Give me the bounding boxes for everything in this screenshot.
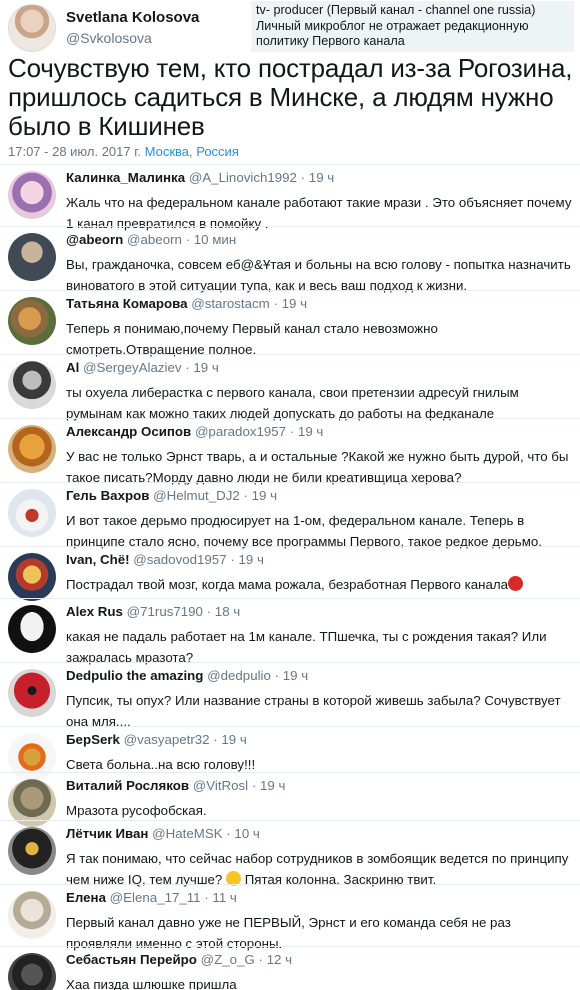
reply-item[interactable]: Виталий Росляков @VitRosl · 19 ч Мразота… (0, 772, 580, 827)
reply-text-content: Пострадал твой мозг, когда мама рожала, … (66, 577, 509, 592)
reply-item[interactable]: @abeorn @abeorn · 10 мин Вы, гражданочка… (0, 226, 580, 293)
separator-dot: · (258, 952, 263, 967)
reply-time[interactable]: 10 мин (194, 232, 236, 247)
avatar[interactable] (8, 233, 56, 281)
reply-author-name[interactable]: Alex Rus (66, 604, 123, 619)
reply-text: Пострадал твой мозг, когда мама рожала, … (66, 574, 576, 595)
separator-dot: · (230, 552, 235, 567)
reply-author-handle[interactable]: @Helmut_DJ2 (153, 488, 240, 503)
reply-author-name[interactable]: Лётчик Иван (66, 826, 148, 841)
reply-item[interactable]: Себастьян Перейро @Z_o_G · 12 ч Хаа пизд… (0, 946, 580, 990)
reply-author-handle[interactable]: @SergeyAlaziev (83, 360, 182, 375)
reply-text: Хаа пизда шлюшке пришла (66, 977, 237, 990)
reply-item[interactable]: Alex Rus @71rus7190 · 18 ч какая не пада… (0, 598, 580, 665)
separator-dot: · (206, 604, 212, 619)
separator-dot: · (274, 668, 280, 683)
separator-dot: · (243, 488, 248, 503)
tweet-header: Svetlana Kolosova @Svkolosova tv- produc… (0, 0, 580, 56)
reply-item[interactable]: Елена @Elena_17_11 · 11 ч Первый канал д… (0, 884, 580, 951)
reply-author-handle[interactable]: @Elena_17_11 (110, 890, 201, 905)
separator-dot: · (289, 424, 295, 439)
avatar[interactable] (8, 891, 56, 939)
reply-time[interactable]: 19 ч (193, 360, 218, 375)
avatar[interactable] (8, 669, 56, 717)
author-handle[interactable]: @Svkolosova (66, 30, 152, 46)
avatar[interactable] (8, 171, 56, 219)
avatar[interactable] (8, 425, 56, 473)
separator-dot: · (273, 296, 278, 311)
reply-item[interactable]: Татьяна Комарова @starostacm · 19 ч Тепе… (0, 290, 580, 357)
reply-author-handle[interactable]: @dedpulio (207, 668, 271, 683)
reply-author-name[interactable]: Себастьян Перейро (66, 952, 197, 967)
reply-time[interactable]: 19 ч (283, 668, 308, 683)
avatar[interactable] (8, 553, 56, 601)
reply-time[interactable]: 19 ч (252, 488, 277, 503)
reply-author-handle[interactable]: @A_Linovich1992 (189, 170, 297, 185)
reply-author-handle[interactable]: @VitRosl (193, 778, 248, 793)
reply-time[interactable]: 19 ч (238, 552, 263, 567)
reply-author-handle[interactable]: @HateMSK (152, 826, 222, 841)
author-name[interactable]: Svetlana Kolosova (66, 9, 199, 26)
reply-author-handle[interactable]: @paradox1957 (195, 424, 286, 439)
reply-author-name[interactable]: Калинка_Малинка (66, 170, 185, 185)
avatar[interactable] (8, 489, 56, 537)
reply-item[interactable]: Ivan, Chë! @sadovod1957 · 19 ч Пострадал… (0, 546, 580, 601)
separator-dot: · (226, 826, 231, 841)
reply-author-name[interactable]: Виталий Росляков (66, 778, 189, 793)
reply-time[interactable]: 11 ч (212, 890, 236, 905)
avatar[interactable] (8, 827, 56, 875)
reply-author-name[interactable]: Ivan, Chë! (66, 552, 130, 567)
reply-author-handle[interactable]: @starostacm (191, 296, 270, 311)
reply-author-name[interactable]: Al (66, 360, 79, 375)
separator-dot: · (213, 732, 218, 747)
separator-dot: · (185, 232, 191, 247)
reply-author-name[interactable]: БерSerk (66, 732, 120, 747)
reply-time[interactable]: 12 ч (267, 952, 292, 967)
reply-author-name[interactable]: Гель Вахров (66, 488, 149, 503)
reply-time[interactable]: 19 ч (298, 424, 323, 439)
separator-dot: · (204, 890, 209, 905)
reply-time[interactable]: 19 ч (260, 778, 285, 793)
author-avatar[interactable] (8, 4, 56, 52)
reply-author-name[interactable]: @abeorn (66, 232, 123, 247)
reply-author-handle[interactable]: @vasyapetr32 (124, 732, 210, 747)
reply-time[interactable]: 19 ч (221, 732, 246, 747)
avatar[interactable] (8, 605, 56, 653)
separator-dot: · (300, 170, 306, 185)
reply-item[interactable]: Гель Вахров @Helmut_DJ2 · 19 ч И вот так… (0, 482, 580, 549)
reply-item[interactable]: Александр Осипов @paradox1957 · 19 ч У в… (0, 418, 580, 485)
reply-time[interactable]: 19 ч (282, 296, 307, 311)
avatar[interactable] (8, 297, 56, 345)
reply-author-handle[interactable]: @Z_o_G (201, 952, 255, 967)
reply-author-name[interactable]: Александр Осипов (66, 424, 191, 439)
separator-dot: · (185, 360, 190, 375)
reply-item[interactable]: БерSerk @vasyapetr32 · 19 ч Света больна… (0, 726, 580, 781)
separator-dot: · (251, 778, 257, 793)
reply-author-handle[interactable]: @sadovod1957 (133, 552, 226, 567)
reply-author-name[interactable]: Елена (66, 890, 106, 905)
tweet-meta: 17:07 - 28 июл. 2017 г. Москва, Россия (8, 144, 239, 159)
reply-text: Мразота русофобская. (66, 803, 207, 818)
tweet-location[interactable]: Москва, Россия (145, 144, 239, 159)
tweet-timestamp[interactable]: 17:07 - 28 июл. 2017 г. (8, 144, 141, 159)
reply-time[interactable]: 19 ч (309, 170, 334, 185)
author-bio: tv- producer (Первый канал - channel one… (251, 1, 574, 52)
avatar[interactable] (8, 953, 56, 990)
reply-item[interactable]: Al @SergeyAlaziev · 19 ч ты охуела либер… (0, 354, 580, 421)
reply-author-handle[interactable]: @abeorn (127, 232, 182, 247)
reply-author-name[interactable]: Татьяна Комарова (66, 296, 188, 311)
angry-face-icon (508, 576, 524, 591)
reply-item[interactable]: Dedpulio the amazing @dedpulio · 19 ч Пу… (0, 662, 580, 729)
reply-author-handle[interactable]: @71rus7190 (127, 604, 203, 619)
reply-time[interactable]: 18 ч (215, 604, 240, 619)
reply-item[interactable]: Калинка_Малинка @A_Linovich1992 · 19 ч Ж… (0, 164, 580, 231)
reply-item[interactable]: Лётчик Иван @HateMSK · 10 ч Я так понима… (0, 820, 580, 887)
tweet-text: Сочувствую тем, кто пострадал из-за Рого… (8, 53, 573, 141)
reply-author-name[interactable]: Dedpulio the amazing (66, 668, 203, 683)
reply-time[interactable]: 10 ч (234, 826, 259, 841)
avatar[interactable] (8, 361, 56, 409)
